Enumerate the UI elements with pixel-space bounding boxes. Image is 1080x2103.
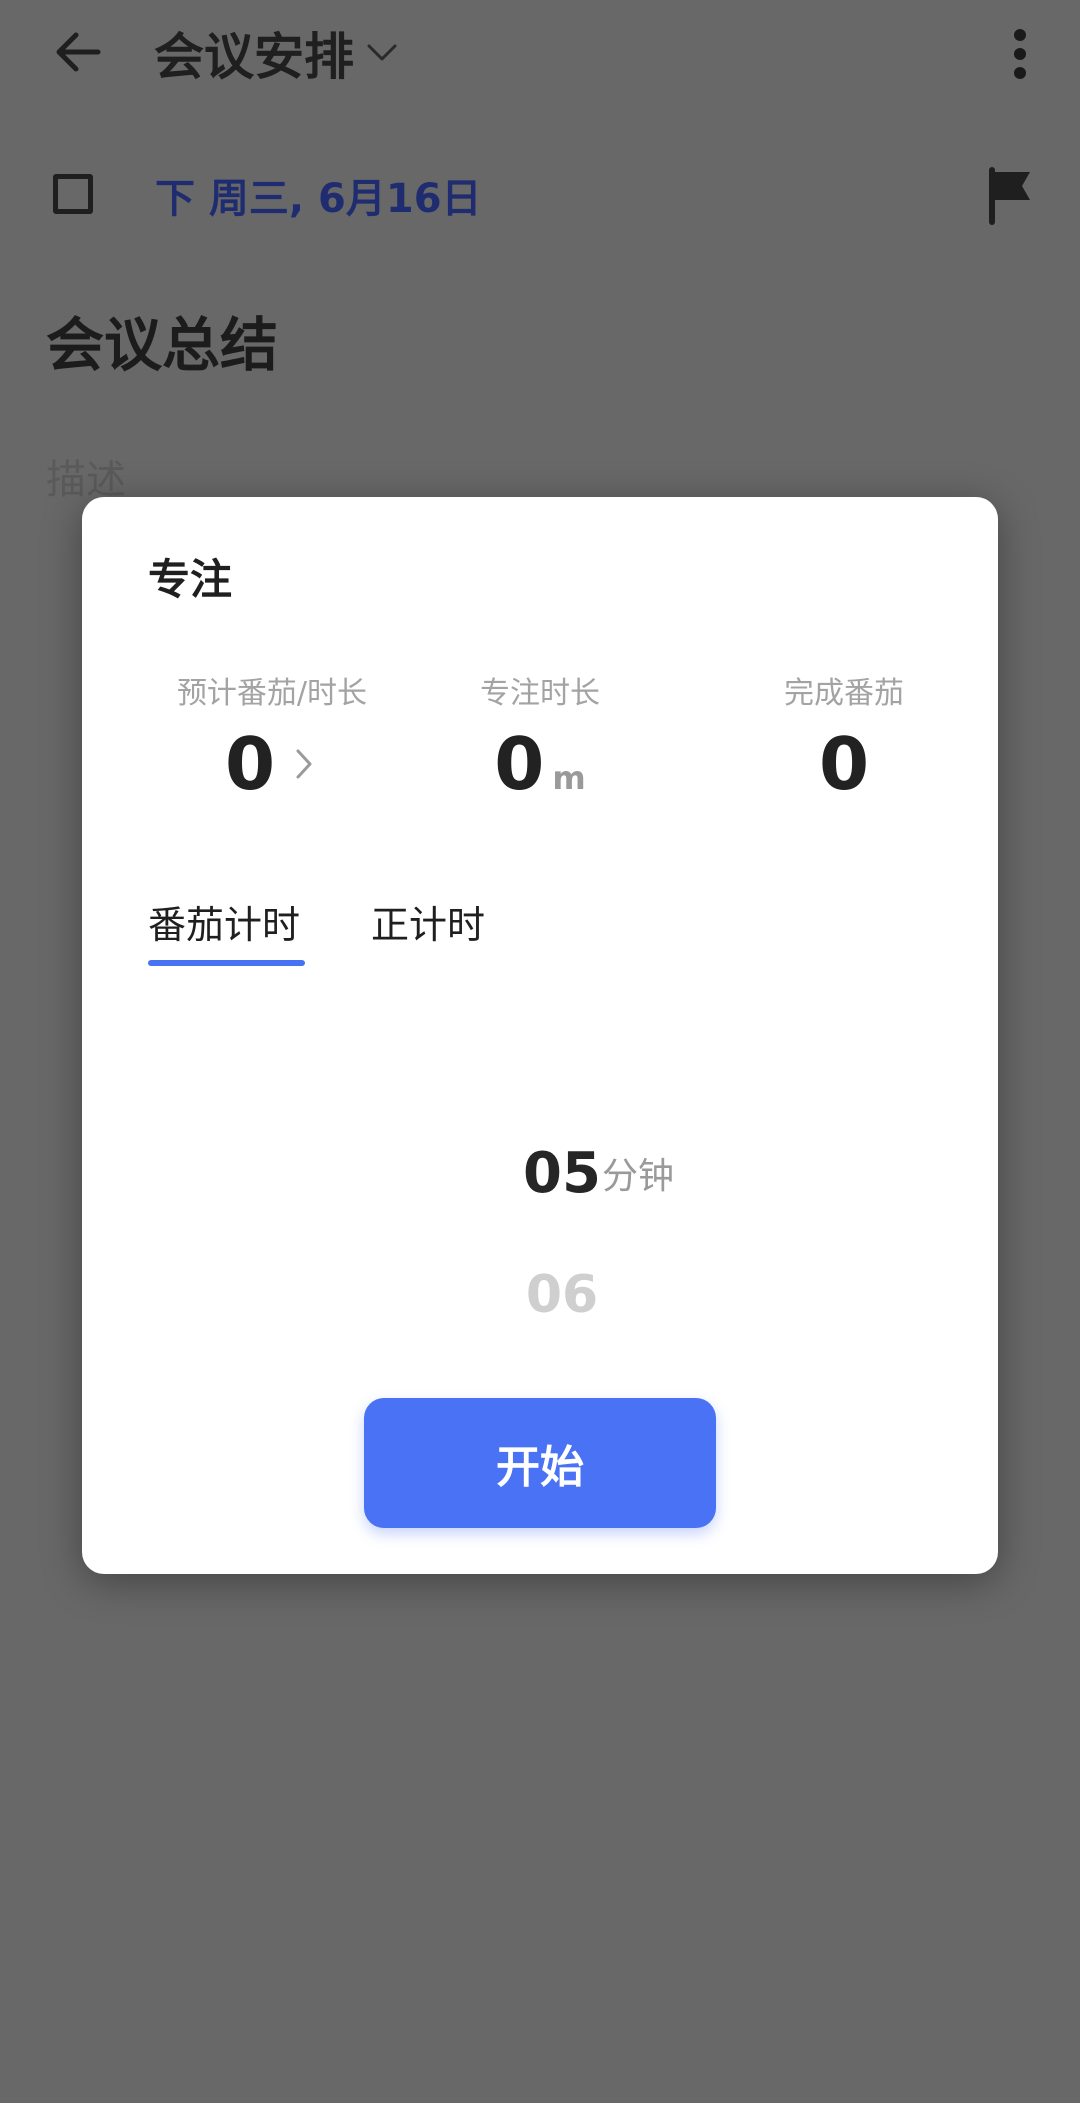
stat-label: 预计番茄/时长 bbox=[176, 676, 368, 711]
more-vertical-icon bbox=[1014, 29, 1026, 79]
stat-unit: m bbox=[552, 759, 586, 797]
task-title[interactable]: 会议总结 bbox=[46, 300, 278, 380]
description-field[interactable]: 描述 bbox=[46, 448, 126, 504]
estimated-pomodoro-stat[interactable]: 预计番茄/时长 0 bbox=[132, 667, 412, 817]
priority-flag-button[interactable] bbox=[986, 166, 1038, 226]
picker-unit-label: 分钟 bbox=[602, 1156, 675, 1197]
stat-value: 0 bbox=[224, 722, 276, 806]
completed-pomodoro-stat: 完成番茄 0 bbox=[704, 667, 984, 817]
arrow-left-icon bbox=[56, 32, 101, 72]
dialog-title: 专注 bbox=[148, 554, 233, 604]
task-checkbox[interactable] bbox=[53, 174, 93, 214]
tab-pomodoro-timer[interactable]: 番茄计时 bbox=[148, 890, 300, 952]
chevron-down-icon bbox=[364, 35, 400, 71]
picker-next-value[interactable]: 06 bbox=[502, 1255, 622, 1335]
more-options-button[interactable] bbox=[996, 24, 1044, 84]
chevron-right-icon bbox=[289, 744, 319, 784]
stat-label: 专注时长 bbox=[480, 676, 600, 711]
list-selector[interactable]: 会议安排 bbox=[154, 18, 400, 88]
back-button[interactable] bbox=[48, 22, 108, 82]
page-title: 会议安排 bbox=[154, 28, 354, 86]
focus-dialog: 专注 预计番茄/时长 0 专注时长 0 m 完成番茄 0 番茄计时 正计时 05 bbox=[82, 497, 998, 1574]
stat-label: 完成番茄 bbox=[784, 676, 904, 711]
flag-icon bbox=[989, 167, 1030, 225]
tab-stopwatch[interactable]: 正计时 bbox=[371, 890, 485, 952]
stat-value: 0 bbox=[494, 722, 545, 806]
stat-value: 0 bbox=[818, 722, 870, 806]
focus-duration-stat: 专注时长 0 m bbox=[400, 667, 680, 817]
active-tab-indicator bbox=[148, 960, 305, 966]
start-button[interactable]: 开始 bbox=[364, 1398, 716, 1528]
due-date[interactable]: 下 周三, 6月16日 bbox=[155, 165, 482, 225]
